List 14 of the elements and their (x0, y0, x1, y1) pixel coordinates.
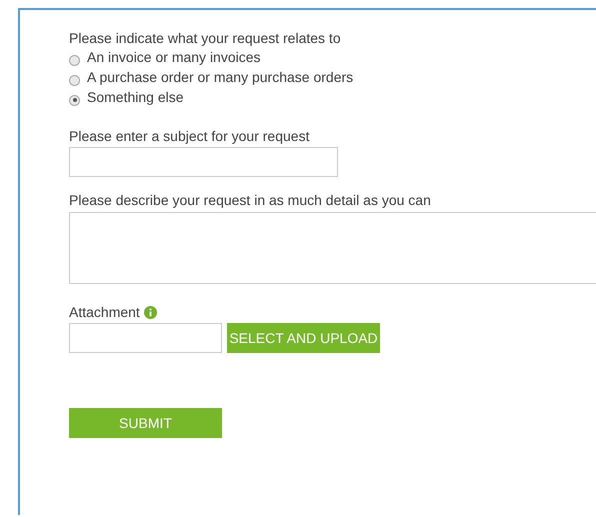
subject-field[interactable] (69, 147, 338, 177)
description-field[interactable] (69, 212, 596, 284)
radio-button[interactable] (69, 74, 80, 86)
radio-option[interactable]: Something else (69, 87, 596, 107)
attachment-field[interactable] (69, 323, 222, 353)
attachment-label: Attachment (69, 303, 140, 321)
radio-button[interactable] (69, 94, 80, 106)
description-label: Please describe your request in as much detail as you can (69, 191, 432, 209)
radio-button[interactable] (69, 54, 80, 66)
subject-label: Please enter a subject for your request (69, 127, 310, 145)
info-icon[interactable] (144, 306, 157, 318)
question-label: Please indicate what your request relates to (69, 29, 342, 47)
radio-option[interactable]: A purchase order or many purchase orders (69, 67, 596, 87)
radio-option[interactable]: An invoice or many invoices (69, 47, 596, 67)
